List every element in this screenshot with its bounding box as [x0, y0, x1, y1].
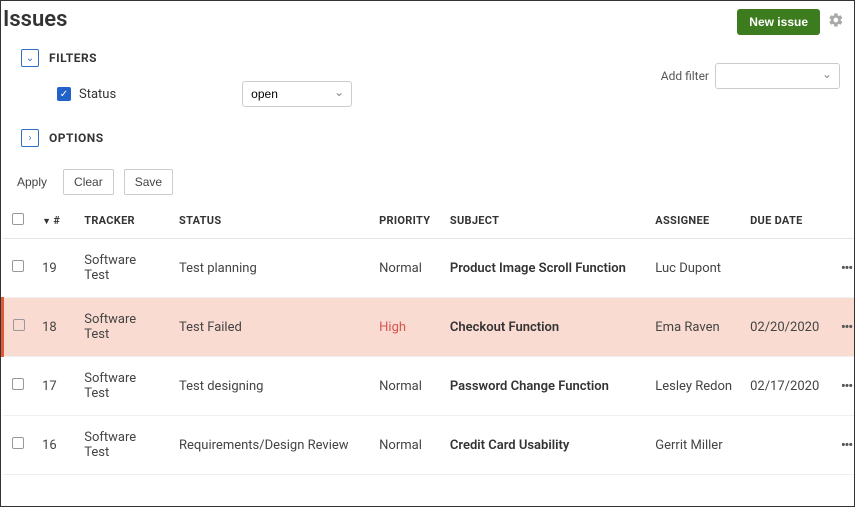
status-filter-checkbox[interactable]: ✓: [57, 87, 71, 101]
cell-assignee: Gerrit Miller: [647, 416, 742, 475]
add-filter-select[interactable]: [715, 63, 840, 89]
col-status[interactable]: STATUS: [171, 203, 371, 239]
cell-tracker: Software Test: [76, 239, 171, 298]
filters-toggle[interactable]: ⌄: [21, 49, 39, 67]
table-row[interactable]: 16Software TestRequirements/Design Revie…: [3, 416, 855, 475]
cell-status: Test Failed: [171, 298, 371, 357]
sort-desc-icon: ▼: [42, 217, 51, 227]
cell-subject[interactable]: Password Change Function: [442, 357, 647, 416]
cell-id: 18: [34, 298, 76, 357]
cell-tracker: Software Test: [76, 357, 171, 416]
row-checkbox[interactable]: [12, 437, 24, 449]
table-row[interactable]: 17Software TestTest designingNormalPassw…: [3, 357, 855, 416]
row-menu-icon[interactable]: •••: [841, 320, 852, 335]
page-title: Issues: [3, 7, 67, 32]
col-subject[interactable]: SUBJECT: [442, 203, 647, 239]
clear-button[interactable]: Clear: [63, 169, 114, 195]
cell-priority: Normal: [371, 357, 442, 416]
cell-status: Test planning: [171, 239, 371, 298]
add-filter-label: Add filter: [661, 69, 709, 83]
options-toggle[interactable]: ›: [21, 129, 39, 147]
col-priority[interactable]: PRIORITY: [371, 203, 442, 239]
cell-tracker: Software Test: [76, 416, 171, 475]
apply-button[interactable]: Apply: [11, 169, 53, 195]
cell-due-date: 02/17/2020: [742, 357, 832, 416]
cell-status: Requirements/Design Review: [171, 416, 371, 475]
cell-priority: Normal: [371, 239, 442, 298]
table-row[interactable]: 19Software TestTest planningNormalProduc…: [3, 239, 855, 298]
col-assignee[interactable]: ASSIGNEE: [647, 203, 742, 239]
issues-table: ▼# TRACKER STATUS PRIORITY SUBJECT ASSIG…: [1, 203, 854, 475]
cell-due-date: [742, 239, 832, 298]
cell-priority: High: [371, 298, 442, 357]
cell-status: Test designing: [171, 357, 371, 416]
save-button[interactable]: Save: [124, 169, 173, 195]
options-heading: OPTIONS: [49, 131, 104, 145]
row-menu-icon[interactable]: •••: [841, 379, 852, 394]
cell-subject[interactable]: Checkout Function: [442, 298, 647, 357]
row-menu-icon[interactable]: •••: [841, 261, 852, 276]
chevron-right-icon: ›: [28, 133, 31, 144]
select-all-checkbox[interactable]: [12, 213, 24, 225]
cell-id: 19: [34, 239, 76, 298]
status-filter-select[interactable]: open: [242, 81, 352, 107]
cell-due-date: [742, 416, 832, 475]
row-checkbox[interactable]: [12, 378, 24, 390]
filters-heading: FILTERS: [49, 51, 97, 65]
cell-id: 17: [34, 357, 76, 416]
col-id[interactable]: ▼#: [34, 203, 76, 239]
row-checkbox[interactable]: [13, 319, 25, 331]
row-checkbox[interactable]: [12, 260, 24, 272]
cell-assignee: Ema Raven: [647, 298, 742, 357]
cell-assignee: Luc Dupont: [647, 239, 742, 298]
new-issue-button[interactable]: New issue: [737, 9, 820, 35]
cell-due-date: 02/20/2020: [742, 298, 832, 357]
gear-icon[interactable]: [828, 12, 844, 32]
cell-subject[interactable]: Credit Card Usability: [442, 416, 647, 475]
col-due-date[interactable]: DUE DATE: [742, 203, 832, 239]
chevron-down-icon: ⌄: [26, 53, 34, 64]
table-row[interactable]: 18Software TestTest FailedHighCheckout F…: [3, 298, 855, 357]
cell-priority: Normal: [371, 416, 442, 475]
cell-subject[interactable]: Product Image Scroll Function: [442, 239, 647, 298]
row-menu-icon[interactable]: •••: [841, 438, 852, 453]
col-tracker[interactable]: TRACKER: [76, 203, 171, 239]
status-filter-label: Status: [79, 87, 116, 102]
cell-tracker: Software Test: [76, 298, 171, 357]
cell-assignee: Lesley Redon: [647, 357, 742, 416]
cell-id: 16: [34, 416, 76, 475]
